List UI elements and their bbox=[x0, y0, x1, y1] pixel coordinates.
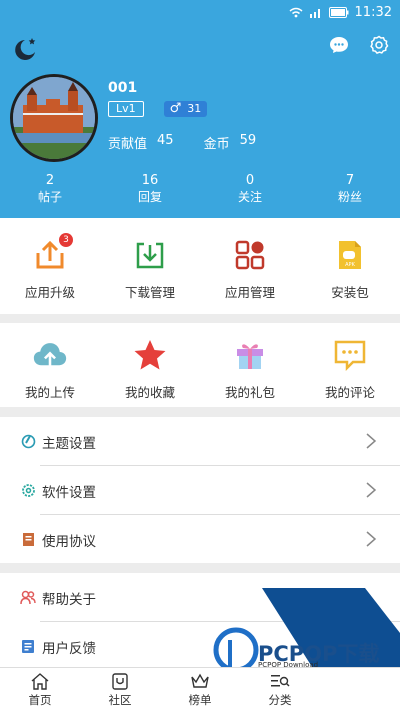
app-upgrade-button[interactable]: 3 应用升级 bbox=[0, 218, 100, 314]
crown-icon bbox=[189, 671, 211, 691]
tab-home[interactable]: 首页 bbox=[0, 668, 80, 711]
cell-label: 我的收藏 bbox=[124, 385, 175, 400]
gear-icon bbox=[20, 483, 36, 499]
cell-label: 我的礼包 bbox=[224, 385, 275, 400]
upgrade-count-badge: 3 bbox=[59, 233, 73, 247]
status-bar: 11:32 bbox=[289, 4, 392, 20]
stat-value: 16 bbox=[141, 173, 159, 188]
stat-posts[interactable]: 2 帖子 bbox=[0, 172, 100, 206]
upgrade-icon: 3 bbox=[33, 233, 73, 272]
stat-value: 2 bbox=[45, 173, 55, 188]
my-content-grid: 我的上传 我的收藏 我的礼包 我的评论 bbox=[0, 323, 400, 407]
avatar-castle-image bbox=[13, 77, 95, 159]
tab-label: 榜单 bbox=[188, 693, 212, 707]
install-package-button[interactable]: APK 安装包 bbox=[300, 218, 400, 314]
comment-icon bbox=[333, 338, 367, 372]
chevron-right-icon bbox=[366, 433, 377, 449]
item-label: 主题设置 bbox=[42, 435, 96, 452]
cell-label: 我的评论 bbox=[324, 385, 375, 400]
stat-value: 7 bbox=[345, 173, 355, 188]
user-feedback-item[interactable]: 用户反馈 bbox=[0, 622, 400, 671]
settings-list: 主题设置 软件设置 使用协议 bbox=[0, 417, 400, 563]
stat-fans[interactable]: 7 粉丝 bbox=[300, 172, 400, 206]
feedback-icon bbox=[20, 639, 36, 655]
tab-community[interactable]: 社区 bbox=[80, 668, 160, 711]
download-manager-button[interactable]: 下载管理 bbox=[100, 218, 200, 314]
profile-header: 11:32 001 Lv1 ♂ 31 贡献值 45 金币 59 2 帖子 16 … bbox=[0, 0, 400, 218]
chevron-right-icon bbox=[366, 482, 377, 498]
cell-label: 下载管理 bbox=[124, 285, 175, 300]
app-tools-grid: 3 应用升级 下载管理 应用管理 APK 安装包 bbox=[0, 218, 400, 314]
stat-replies[interactable]: 16 回复 bbox=[100, 172, 200, 206]
my-comments-button[interactable]: 我的评论 bbox=[300, 323, 400, 407]
tab-label: 分类 bbox=[268, 693, 292, 707]
stat-label: 回复 bbox=[137, 190, 162, 204]
tab-rankings[interactable]: 榜单 bbox=[160, 668, 240, 711]
wifi-icon bbox=[289, 7, 303, 17]
gender-count: 31 bbox=[187, 102, 202, 115]
item-label: 使用协议 bbox=[42, 533, 96, 550]
tab-categories[interactable]: 分类 bbox=[240, 668, 320, 711]
item-label: 帮助关于 bbox=[42, 591, 96, 608]
chevron-right-icon bbox=[366, 531, 377, 547]
tab-label: 社区 bbox=[108, 693, 132, 707]
upload-cloud-icon bbox=[33, 338, 67, 372]
gender-badge: ♂ 31 bbox=[163, 101, 208, 117]
people-icon bbox=[20, 590, 36, 606]
user-stats: 2 帖子 16 回复 0 关注 7 粉丝 bbox=[0, 172, 400, 206]
cell-label: 应用管理 bbox=[224, 285, 275, 300]
profile-page: 11:32 001 Lv1 ♂ 31 贡献值 45 金币 59 2 帖子 16 … bbox=[0, 0, 400, 711]
cell-label: 应用升级 bbox=[24, 285, 75, 300]
coins-value: 59 bbox=[239, 133, 257, 148]
cell-label: 我的上传 bbox=[24, 385, 75, 400]
level-badge: Lv1 bbox=[108, 101, 144, 117]
gift-icon bbox=[233, 338, 267, 372]
more-list: 帮助关于 用户反馈 bbox=[0, 573, 400, 667]
apps-icon bbox=[233, 238, 267, 272]
stat-label: 粉丝 bbox=[337, 190, 362, 204]
tab-label: 首页 bbox=[28, 693, 52, 707]
stat-value: 0 bbox=[245, 173, 255, 188]
username: 001 bbox=[108, 80, 138, 96]
document-icon bbox=[20, 532, 36, 548]
gender-symbol: ♂ bbox=[169, 101, 182, 116]
user-badges: Lv1 ♂ 31 bbox=[108, 101, 208, 117]
cell-label: 安装包 bbox=[331, 285, 369, 300]
contribution-label: 贡献值 bbox=[108, 137, 148, 152]
download-icon bbox=[133, 238, 167, 272]
my-gifts-button[interactable]: 我的礼包 bbox=[200, 323, 300, 407]
header-actions bbox=[328, 34, 390, 56]
home-icon bbox=[29, 671, 51, 691]
apk-icon: APK bbox=[333, 238, 367, 272]
palette-icon bbox=[20, 434, 36, 450]
software-settings-item[interactable]: 软件设置 bbox=[0, 466, 400, 515]
contribution-value: 45 bbox=[157, 133, 174, 148]
bottom-nav: 首页 社区 榜单 分类 bbox=[0, 667, 400, 711]
status-time: 11:32 bbox=[354, 4, 392, 20]
message-icon[interactable] bbox=[328, 34, 350, 56]
coins-label: 金币 bbox=[203, 137, 230, 152]
battery-icon bbox=[328, 6, 349, 18]
category-icon bbox=[269, 671, 291, 691]
theme-settings-item[interactable]: 主题设置 bbox=[0, 417, 400, 466]
stat-following[interactable]: 0 关注 bbox=[200, 172, 300, 206]
settings-gear-icon[interactable] bbox=[368, 34, 390, 56]
my-uploads-button[interactable]: 我的上传 bbox=[0, 323, 100, 407]
user-agreement-item[interactable]: 使用协议 bbox=[0, 515, 400, 564]
avatar[interactable] bbox=[10, 74, 98, 162]
svg-text:APK: APK bbox=[345, 262, 355, 268]
night-mode-icon[interactable] bbox=[10, 34, 38, 62]
item-label: 软件设置 bbox=[42, 484, 96, 501]
user-points: 贡献值 45 金币 59 bbox=[108, 133, 286, 152]
app-manager-button[interactable]: 应用管理 bbox=[200, 218, 300, 314]
star-icon bbox=[133, 338, 167, 372]
stat-label: 帖子 bbox=[37, 190, 62, 204]
signal-icon bbox=[309, 8, 320, 18]
help-about-item[interactable]: 帮助关于 bbox=[0, 573, 400, 622]
item-label: 用户反馈 bbox=[42, 640, 96, 657]
stat-label: 关注 bbox=[237, 190, 262, 204]
my-favorites-button[interactable]: 我的收藏 bbox=[100, 323, 200, 407]
community-icon bbox=[109, 671, 131, 691]
